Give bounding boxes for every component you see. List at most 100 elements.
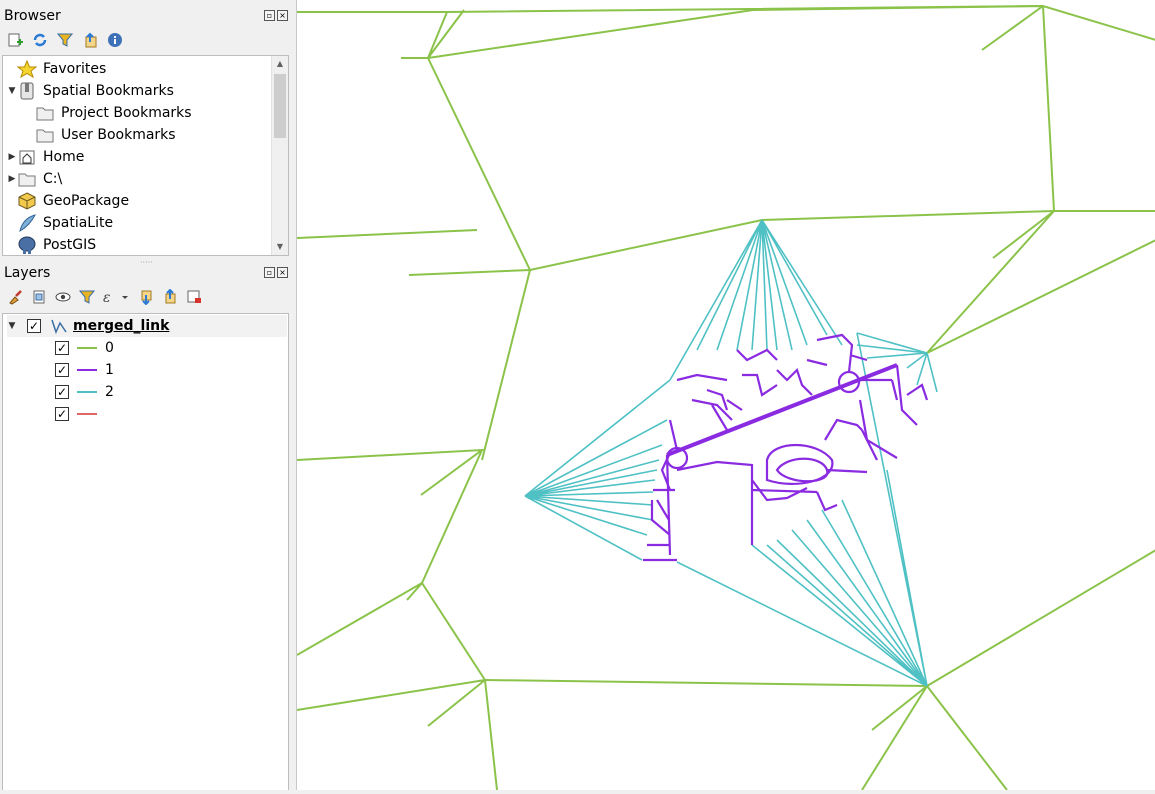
browser-item-project-bookmarks[interactable]: Project Bookmarks — [25, 102, 192, 124]
expand-down-icon[interactable]: ▼ — [7, 86, 17, 96]
layers-panel-title: Layers — [4, 265, 51, 281]
browser-item-user-bookmarks[interactable]: User Bookmarks — [25, 124, 176, 146]
expand-down-icon[interactable]: ▼ — [7, 321, 17, 331]
browser-item-spatialite[interactable]: SpatiaLite — [7, 212, 113, 234]
links-category-1 — [643, 333, 929, 562]
legend-line-swatch — [77, 347, 97, 349]
svg-text:ε: ε — [103, 290, 111, 305]
legend-label: 0 — [105, 340, 114, 356]
remove-layer-button[interactable] — [185, 288, 202, 305]
home-icon — [17, 148, 37, 166]
legend-line-swatch — [77, 413, 97, 415]
browser-item-label: PostGIS — [43, 237, 97, 253]
browser-item-label: Project Bookmarks — [61, 105, 192, 121]
float-panel-button[interactable]: ▫ — [264, 267, 275, 278]
browser-item-label: User Bookmarks — [61, 127, 176, 143]
browser-item-favorites[interactable]: Favorites — [7, 58, 106, 80]
filter-expression-button[interactable]: ε — [102, 288, 130, 305]
category-checkbox[interactable]: ✓ — [55, 385, 69, 399]
add-group-button[interactable] — [30, 288, 47, 305]
legend-line-swatch — [77, 391, 97, 393]
expand-right-icon[interactable]: ▶ — [7, 152, 17, 162]
legend-item-0[interactable]: ✓ 0 — [55, 337, 114, 359]
line-layer-icon — [49, 317, 69, 335]
geopackage-icon — [17, 192, 37, 210]
collapse-all-icon — [165, 288, 175, 303]
add-layer-icon — [8, 33, 23, 46]
refresh-icon — [33, 33, 46, 46]
links-category-0 — [296, 4, 1155, 791]
browser-item-label: Favorites — [43, 61, 107, 77]
manage-visibility-button[interactable] — [54, 288, 71, 305]
browser-item-geopackage[interactable]: GeoPackage — [7, 190, 129, 212]
expand-all-button[interactable] — [137, 288, 154, 305]
folder-icon — [35, 126, 55, 144]
scroll-down-icon[interactable]: ▼ — [272, 239, 288, 255]
scroll-up-icon[interactable]: ▲ — [272, 56, 288, 72]
category-checkbox[interactable]: ✓ — [55, 363, 69, 377]
legend-item-2[interactable]: ✓ 2 — [55, 381, 114, 403]
folder-icon — [35, 104, 55, 122]
browser-item-postgis[interactable]: PostGIS — [7, 234, 96, 256]
style-button[interactable] — [6, 288, 23, 305]
layers-dock-buttons: ▫ × — [264, 267, 288, 278]
browser-tree: Favorites ▼ Spatial Bookmarks Project Bo… — [2, 55, 289, 256]
collapse-all-button[interactable] — [81, 31, 98, 48]
refresh-button[interactable] — [31, 31, 48, 48]
layers-tree: ▼ ✓ merged_link ✓ 0 ✓ 1 ✓ 2 ✓ — [2, 313, 289, 790]
add-selected-layers-button[interactable] — [6, 31, 23, 48]
spatialite-icon — [17, 214, 37, 232]
links-category-2 — [524, 219, 938, 687]
browser-item-label: Home — [43, 149, 85, 165]
remove-layer-icon — [187, 290, 201, 303]
expand-all-icon — [141, 290, 151, 305]
scrollbar-thumb[interactable] — [274, 74, 286, 138]
browser-dock-buttons: ▫ × — [264, 10, 288, 21]
map-canvas[interactable] — [296, 0, 1155, 791]
panel-splitter[interactable]: ····· — [140, 258, 153, 267]
expand-right-icon[interactable]: ▶ — [7, 174, 17, 184]
browser-item-label: Spatial Bookmarks — [43, 83, 174, 99]
category-checkbox[interactable]: ✓ — [55, 407, 69, 421]
browser-item-label: SpatiaLite — [43, 215, 114, 231]
bookmark-icon — [17, 82, 37, 100]
browser-scrollbar[interactable]: ▲ ▼ — [271, 56, 288, 255]
browser-item-label: GeoPackage — [43, 193, 130, 209]
layer-name: merged_link — [73, 318, 170, 334]
browser-panel-title: Browser — [4, 8, 61, 24]
folder-icon — [17, 170, 37, 188]
star-icon — [17, 60, 37, 78]
float-panel-button[interactable]: ▫ — [264, 10, 275, 21]
legend-label: 1 — [105, 362, 114, 378]
browser-item-label: C:\ — [43, 171, 63, 187]
legend-item-1[interactable]: ✓ 1 — [55, 359, 114, 381]
close-panel-button[interactable]: × — [277, 267, 288, 278]
postgis-icon — [17, 236, 37, 254]
legend-item-3[interactable]: ✓ — [55, 403, 105, 425]
browser-item-c-drive[interactable]: ▶ C:\ — [7, 168, 63, 190]
filter-icon — [56, 33, 73, 47]
legend-line-swatch — [77, 369, 97, 371]
info-icon — [107, 32, 122, 47]
filter-legend-button[interactable] — [78, 288, 95, 305]
legend-label: 2 — [105, 384, 114, 400]
properties-button[interactable] — [106, 31, 123, 48]
map-svg[interactable] — [296, 0, 1155, 791]
eye-icon — [55, 292, 70, 301]
browser-toolbar — [6, 31, 123, 48]
browser-item-spatial-bookmarks[interactable]: ▼ Spatial Bookmarks — [7, 80, 174, 102]
paintbrush-icon — [8, 289, 22, 305]
left-dock: Browser ▫ × Favorites ▼ Spatial Bookmark… — [0, 0, 292, 790]
filter-icon — [78, 290, 95, 304]
collapse-all-icon — [85, 32, 96, 47]
filter-browser-button[interactable] — [56, 31, 73, 48]
layer-row-merged-link[interactable]: ▼ ✓ merged_link — [7, 315, 287, 337]
close-panel-button[interactable]: × — [277, 10, 288, 21]
collapse-all-button[interactable] — [161, 288, 178, 305]
expression-icon: ε — [103, 290, 128, 305]
browser-item-home[interactable]: ▶ Home — [7, 146, 85, 168]
layers-toolbar: ε — [6, 288, 202, 305]
add-group-icon — [33, 290, 44, 303]
category-checkbox[interactable]: ✓ — [55, 341, 69, 355]
layer-visibility-checkbox[interactable]: ✓ — [27, 319, 41, 333]
